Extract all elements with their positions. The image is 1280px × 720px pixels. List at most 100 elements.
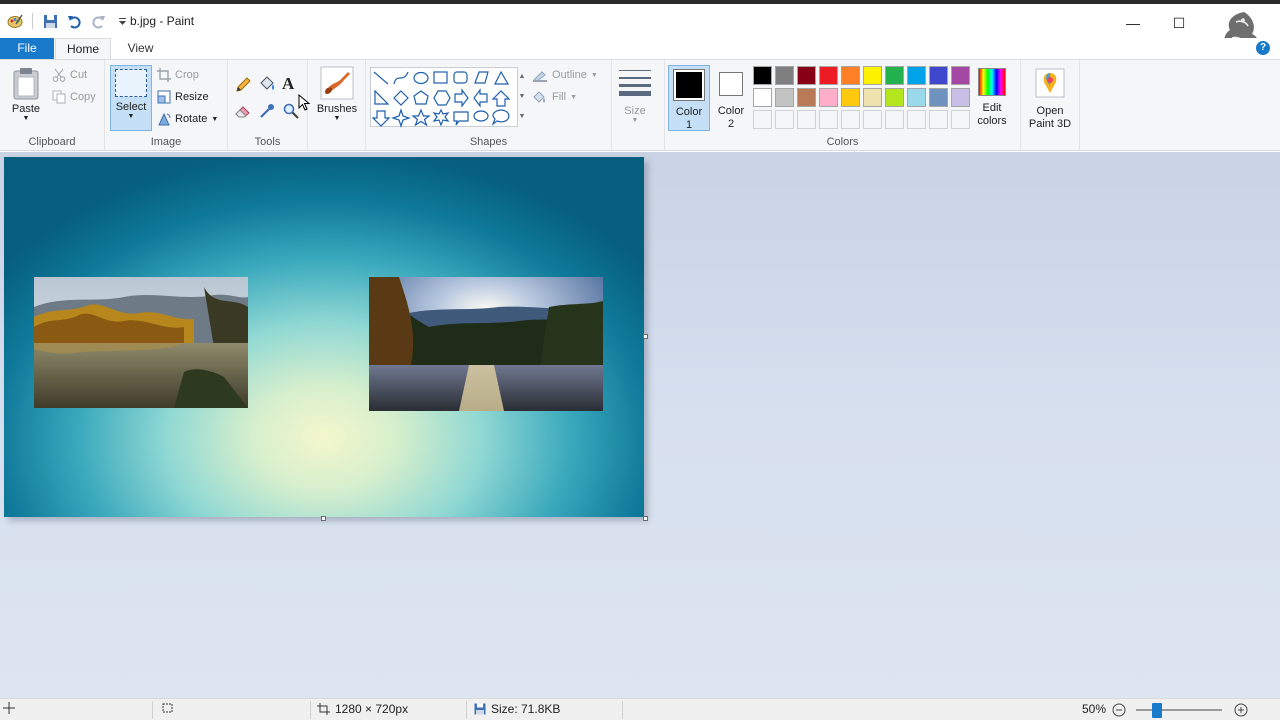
canvas-resize-handle-bottom[interactable] [321,516,326,521]
cursor-position [3,702,15,714]
color2-swatch-frame [719,72,743,96]
palette-swatch[interactable] [819,88,838,107]
palette-custom-slot[interactable] [863,110,882,129]
shapes-gallery [370,67,519,128]
text-tool-icon[interactable]: A [282,74,294,94]
palette-swatch[interactable] [885,88,904,107]
resize-button[interactable]: Resize [157,90,209,104]
paste-button[interactable]: Paste ▼ [6,66,46,122]
resize-icon [157,90,171,104]
edit-colors-label-line1: Edit [982,102,1002,114]
outline-dropdown-arrow: ▼ [590,71,598,79]
fill-bucket-icon[interactable] [258,75,276,93]
palette-swatch[interactable] [929,88,948,107]
paint3d-label-line2: Paint 3D [1028,118,1072,130]
tab-home[interactable]: Home [55,38,111,59]
copy-icon [52,90,66,104]
crosshair-icon [3,702,15,714]
canvas-workspace [0,152,1280,698]
palette-swatch[interactable] [841,88,860,107]
maximize-button[interactable]: ☐ [1156,10,1202,36]
right-river-photo [369,277,603,411]
zoom-level: 50% [1082,702,1107,716]
palette-swatch[interactable] [885,66,904,85]
copy-button[interactable]: Copy [52,90,96,104]
tab-view[interactable]: View [113,38,168,59]
help-icon[interactable]: ? [1256,41,1270,55]
palette-custom-slot[interactable] [907,110,926,129]
crop-button[interactable]: Crop [157,68,199,82]
palette-custom-slot[interactable] [753,110,772,129]
window-title: b.jpg - Paint [130,14,195,28]
color1-label-line1: Color [675,106,703,118]
image-dimensions: 1280 × 720px [317,702,408,716]
customize-toolbar-icon[interactable] [113,12,131,30]
eraser-icon[interactable] [234,102,252,120]
selection-size [161,702,174,714]
color2-button[interactable]: Color 2 [712,65,750,131]
canvas-resize-handle-right[interactable] [643,334,648,339]
zoom-slider-thumb[interactable] [1152,703,1162,718]
palette-swatch[interactable] [753,66,772,85]
select-button[interactable]: Select ▼ [110,65,152,131]
palette-custom-slot[interactable] [775,110,794,129]
cut-button[interactable]: Cut [52,68,87,82]
palette-swatch[interactable] [797,66,816,85]
tab-file[interactable]: File [0,38,54,59]
file-size-text: Size: 71.8KB [491,702,561,716]
pencil-icon[interactable] [234,76,252,94]
color2-swatch [721,74,741,94]
edit-colors-button[interactable]: Edit colors [972,68,1012,127]
redo-icon[interactable] [89,12,107,30]
rotate-button[interactable]: Rotate ▼ [157,112,218,126]
palette-swatch[interactable] [863,66,882,85]
undo-icon[interactable] [65,12,83,30]
palette-swatch[interactable] [863,88,882,107]
palette-custom-slot[interactable] [841,110,860,129]
shapes-group-label: Shapes [469,136,508,148]
palette-custom-slot[interactable] [951,110,970,129]
tools-group-label: Tools [254,136,281,148]
brushes-button[interactable]: Brushes ▼ [312,66,362,122]
rotate-icon [158,112,171,126]
palette-swatch[interactable] [797,88,816,107]
palette-swatch[interactable] [907,88,926,107]
palette-swatch[interactable] [819,66,838,85]
edit-colors-label-line2: colors [977,115,1007,127]
palette-swatch[interactable] [907,66,926,85]
zoom-slider-track[interactable] [1136,709,1222,711]
rotate-dropdown-arrow: ▼ [211,115,219,123]
paint-app-icon[interactable] [6,12,24,30]
palette-swatch[interactable] [951,88,970,107]
shapes-gallery-icons[interactable] [371,68,519,128]
palette-swatch[interactable] [951,66,970,85]
clipboard-group-label: Clipboard [28,136,76,148]
outline-button[interactable]: Outline ▼ [532,68,598,82]
palette-custom-slot[interactable] [819,110,838,129]
ribbon-tabs: File Home View ? [0,38,1280,59]
zoom-in-icon[interactable] [1234,703,1248,717]
save-icon[interactable] [41,12,59,30]
color1-button[interactable]: Color 1 [668,65,710,131]
drawing-canvas[interactable] [4,157,644,517]
color1-label-line2: 1 [685,119,693,131]
color-picker-icon[interactable] [258,102,276,120]
minimize-button[interactable]: — [1110,10,1156,36]
palette-custom-slot[interactable] [929,110,948,129]
palette-swatch[interactable] [929,66,948,85]
shapes-gallery-scroll[interactable]: ▲ ▼ ▼ [516,67,528,127]
palette-swatch[interactable] [841,66,860,85]
palette-swatch[interactable] [753,88,772,107]
palette-custom-slot[interactable] [797,110,816,129]
select-dropdown-arrow: ▼ [127,113,135,120]
zoom-out-icon[interactable] [1112,703,1126,717]
open-paint3d-button[interactable]: Open Paint 3D [1024,68,1076,130]
fill-label: Fill [552,91,567,103]
palette-swatch[interactable] [775,88,794,107]
size-button[interactable]: Size ▼ [614,68,656,124]
quick-access-toolbar [6,12,131,30]
palette-custom-slot[interactable] [885,110,904,129]
canvas-resize-handle-corner[interactable] [643,516,648,521]
fill-button[interactable]: Fill ▼ [532,90,577,104]
palette-swatch[interactable] [775,66,794,85]
